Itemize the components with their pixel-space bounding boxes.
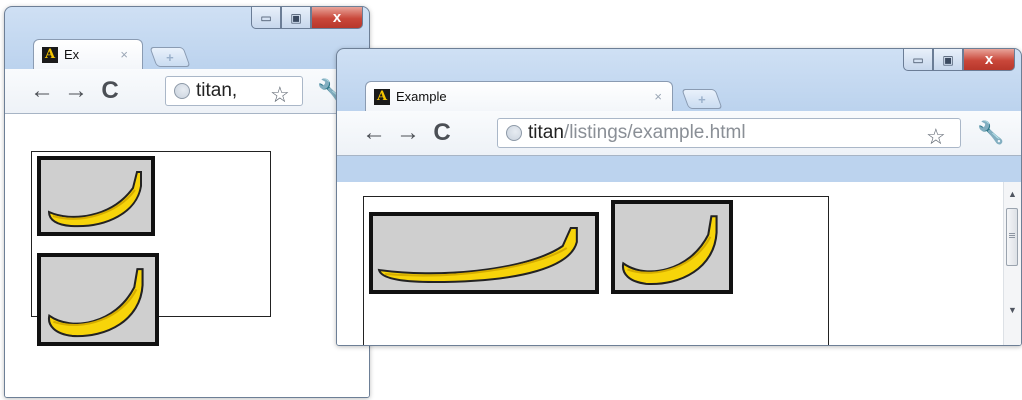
tab-example[interactable]: A Ex ×	[33, 39, 143, 69]
url-host: titan	[528, 122, 564, 143]
new-tab-button[interactable]: +	[149, 47, 191, 67]
reload-icon[interactable]: C	[93, 79, 127, 103]
address-bar[interactable]: titan, ☆	[165, 76, 303, 106]
page-viewport	[5, 114, 369, 397]
tab-title: Ex	[64, 47, 80, 62]
address-bar[interactable]: titan/listings/example.html ☆	[497, 118, 961, 148]
url-path: /listings/example.html	[563, 122, 746, 143]
favicon-icon: A	[42, 46, 58, 63]
back-arrow-icon[interactable]: ←	[357, 121, 391, 145]
close-icon[interactable]: x	[963, 49, 1015, 71]
url-text: titan/listings/example.html	[528, 122, 746, 144]
window-caption-buttons: ▭ ▣ x	[251, 7, 363, 33]
close-icon[interactable]: x	[311, 7, 363, 29]
maximize-icon[interactable]: ▣	[281, 7, 311, 29]
browser-window-front[interactable]: ▭ ▣ x A Example × + ← → C titan/listings…	[336, 48, 1022, 346]
browser-toolbar: ← → C titan/listings/example.html ☆ 🔧	[337, 111, 1021, 156]
url-host: titan,	[196, 80, 238, 101]
page-viewport: ▲ ▼	[337, 182, 1021, 345]
scroll-up-icon[interactable]: ▲	[1004, 186, 1021, 203]
tab-close-icon[interactable]: ×	[120, 47, 128, 62]
url-text: titan,	[196, 80, 237, 102]
grip-icon	[1009, 233, 1015, 239]
banana-image	[37, 156, 155, 236]
new-tab-button[interactable]: +	[681, 89, 723, 109]
forward-arrow-icon[interactable]: →	[59, 79, 93, 103]
wrench-icon[interactable]: 🔧	[977, 120, 1004, 146]
tab-strip: A Example × +	[337, 77, 1021, 111]
maximize-icon[interactable]: ▣	[933, 49, 963, 71]
reload-icon[interactable]: C	[425, 121, 459, 145]
banana-image	[611, 200, 733, 294]
browser-window-back[interactable]: ▭ ▣ x A Ex × + ← → C titan, ☆ 🔧	[4, 6, 370, 398]
minimize-icon[interactable]: ▭	[903, 49, 933, 71]
banana-image	[369, 212, 599, 294]
star-icon[interactable]: ☆	[926, 124, 946, 147]
tab-close-icon[interactable]: ×	[654, 89, 662, 104]
forward-arrow-icon[interactable]: →	[391, 121, 425, 145]
banana-image	[37, 253, 159, 346]
browser-toolbar: ← → C titan, ☆ 🔧	[5, 69, 369, 114]
scroll-down-icon[interactable]: ▼	[1004, 302, 1021, 319]
plus-icon: +	[166, 49, 174, 65]
tab-example[interactable]: A Example ×	[365, 81, 673, 111]
plus-icon: +	[698, 91, 706, 107]
minimize-icon[interactable]: ▭	[251, 7, 281, 29]
scrollbar-thumb[interactable]	[1006, 208, 1018, 266]
back-arrow-icon[interactable]: ←	[25, 79, 59, 103]
tab-strip: A Ex × +	[5, 35, 369, 69]
tab-title: Example	[396, 89, 447, 104]
globe-icon	[174, 83, 190, 99]
globe-icon	[506, 125, 522, 141]
star-icon[interactable]: ☆	[270, 82, 290, 105]
vertical-scrollbar[interactable]: ▲ ▼	[1003, 182, 1021, 345]
favicon-icon: A	[374, 88, 390, 105]
window-caption-buttons: ▭ ▣ x	[903, 49, 1015, 75]
